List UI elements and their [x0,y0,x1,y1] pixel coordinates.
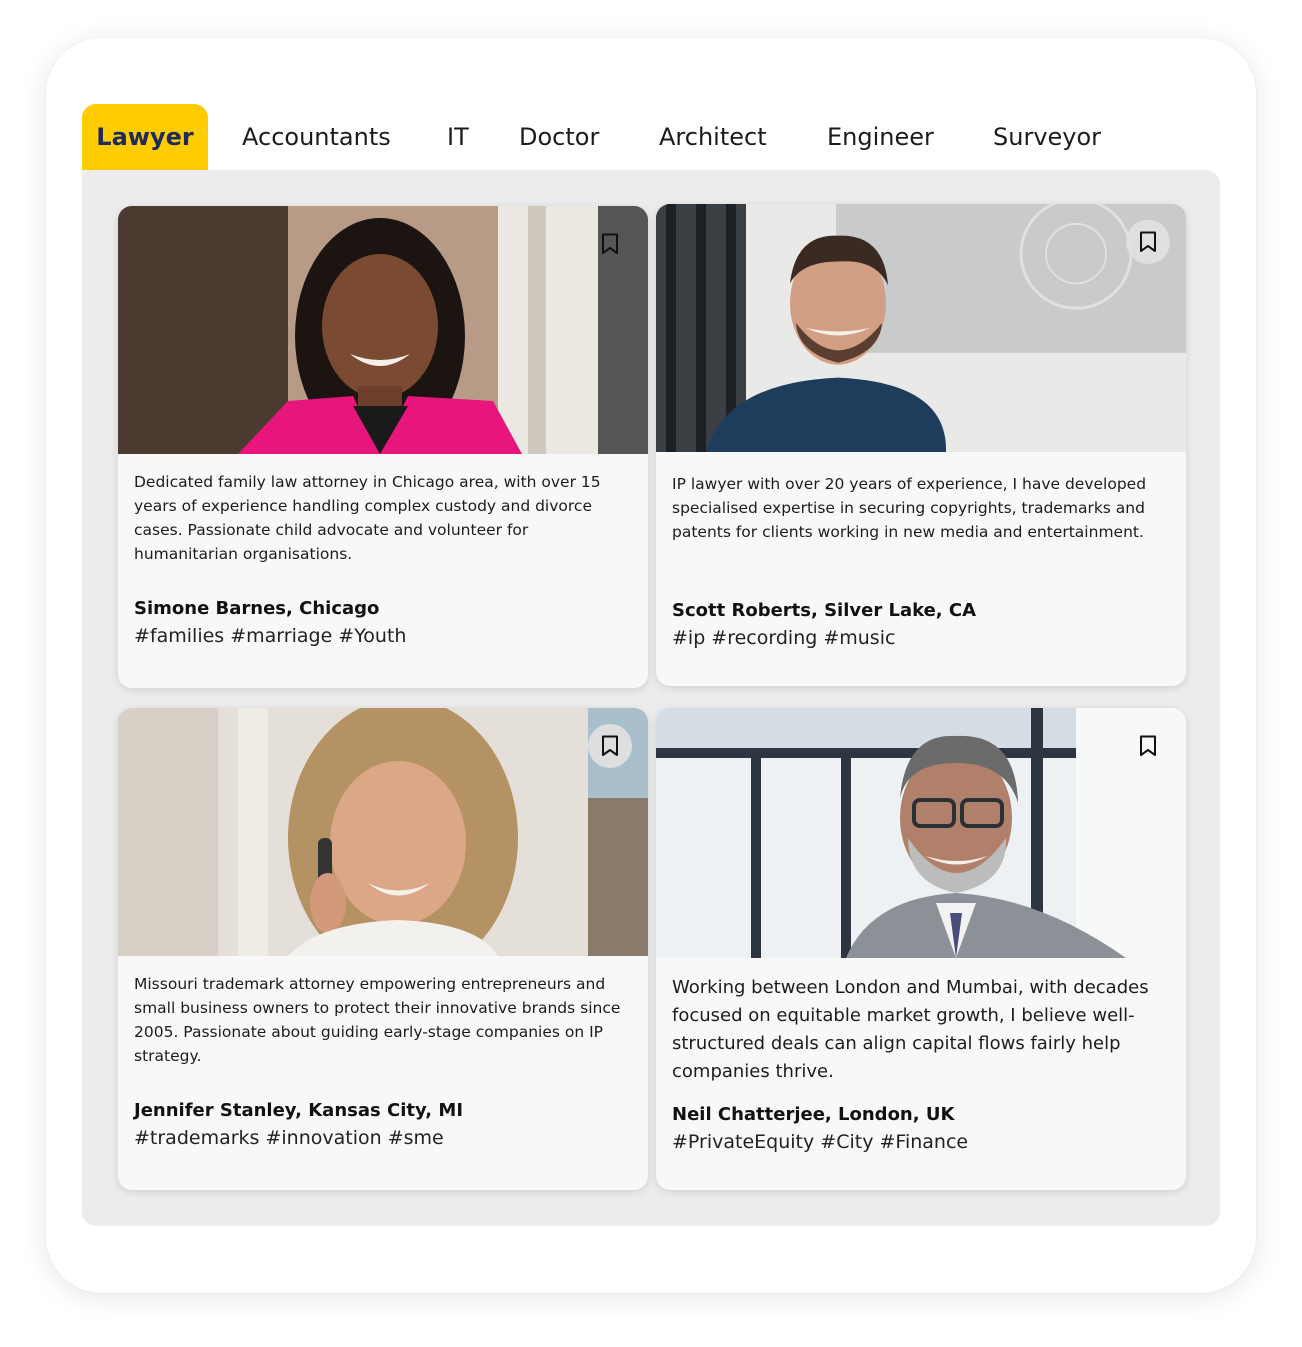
tab-it[interactable]: IT [447,104,469,170]
profile-description: Working between London and Mumbai, with … [672,977,1149,1082]
profile-card[interactable]: Missouri trademark attorney empowering e… [118,708,648,1190]
tab-doctor[interactable]: Doctor [519,104,599,170]
profile-name: Scott Roberts, Silver Lake, CA [672,600,977,621]
card-footer: Simone Barnes, Chicago #families #marria… [134,598,632,647]
bookmark-button[interactable] [1126,724,1170,768]
profile-description: Dedicated family law attorney in Chicago… [134,473,601,563]
profile-photo [118,206,648,454]
profile-name: Jennifer Stanley, Kansas City, MI [134,1100,464,1121]
card-body: Working between London and Mumbai, with … [672,974,1170,1086]
profile-card[interactable]: IP lawyer with over 20 years of experien… [656,204,1186,686]
profile-photo [656,708,1186,958]
tab-surveyor[interactable]: Surveyor [993,104,1101,170]
bookmark-icon [602,735,618,756]
card-body: Dedicated family law attorney in Chicago… [134,470,632,566]
profile-tags: #PrivateEquity #City #Finance [672,1131,969,1153]
profile-card[interactable]: Working between London and Mumbai, with … [656,708,1186,1190]
bookmark-button[interactable] [588,724,632,768]
bookmark-button[interactable] [588,222,632,266]
tab-accountants[interactable]: Accountants [242,104,391,170]
card-footer: Jennifer Stanley, Kansas City, MI #trade… [134,1100,632,1149]
profile-name: Neil Chatterjee, London, UK [672,1104,955,1125]
profile-description: Missouri trademark attorney empowering e… [134,975,621,1065]
card-body: Missouri trademark attorney empowering e… [134,972,632,1068]
profile-description: IP lawyer with over 20 years of experien… [672,475,1147,541]
card-body: IP lawyer with over 20 years of experien… [672,472,1170,544]
bookmark-icon [1140,735,1156,756]
profile-name: Simone Barnes, Chicago [134,598,380,619]
tab-engineer[interactable]: Engineer [827,104,934,170]
card-footer: Scott Roberts, Silver Lake, CA #ip #reco… [672,600,1170,649]
tab-lawyer[interactable]: Lawyer [82,104,208,170]
bookmark-icon [602,233,618,254]
results-panel: Dedicated family law attorney in Chicago… [82,170,1220,1226]
profile-tags: #trademarks #innovation #sme [134,1127,444,1149]
bookmark-icon [1140,231,1156,252]
profile-tags: #ip #recording #music [672,627,896,649]
profile-tags: #families #marriage #Youth [134,625,407,647]
tab-architect[interactable]: Architect [659,104,767,170]
profile-photo [656,204,1186,452]
card-footer: Neil Chatterjee, London, UK #PrivateEqui… [672,1104,1170,1153]
profile-card[interactable]: Dedicated family law attorney in Chicago… [118,206,648,688]
profile-photo [118,708,648,956]
bookmark-button[interactable] [1126,220,1170,264]
